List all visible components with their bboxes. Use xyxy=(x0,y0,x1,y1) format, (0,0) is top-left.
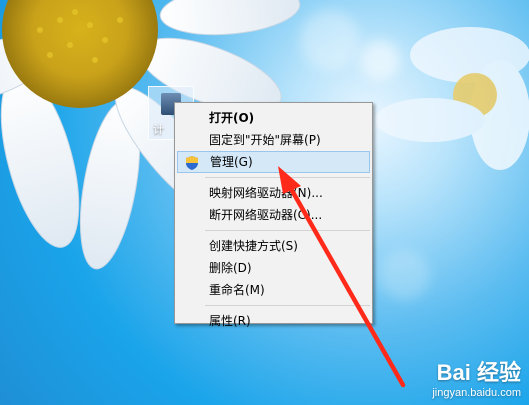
bokeh-light xyxy=(360,40,400,80)
menu-item-pin-to-start[interactable]: 固定到"开始"屏幕(P) xyxy=(177,129,370,151)
desktop-background: 计 打开(O) 固定到"开始"屏幕(P) 管理(G) 映射网络驱动器(N)...… xyxy=(0,0,529,405)
watermark-brand: Bai 经验 xyxy=(436,360,521,385)
menu-separator xyxy=(205,230,370,231)
menu-item-manage[interactable]: 管理(G) xyxy=(177,151,370,173)
bokeh-light xyxy=(300,10,360,70)
menu-item-rename[interactable]: 重命名(M) xyxy=(177,279,370,301)
menu-item-disconnect-network-drive[interactable]: 断开网络驱动器(C)... xyxy=(177,204,370,226)
context-menu: 打开(O) 固定到"开始"屏幕(P) 管理(G) 映射网络驱动器(N)... 断… xyxy=(174,102,373,328)
menu-item-create-shortcut[interactable]: 创建快捷方式(S) xyxy=(177,235,370,257)
menu-separator xyxy=(205,177,370,178)
menu-item-open[interactable]: 打开(O) xyxy=(177,107,370,129)
menu-item-map-network-drive[interactable]: 映射网络驱动器(N)... xyxy=(177,182,370,204)
menu-item-delete[interactable]: 删除(D) xyxy=(177,257,370,279)
watermark-url: jingyan.baidu.com xyxy=(432,387,521,399)
uac-shield-icon xyxy=(186,156,198,170)
desktop-icon-label: 计 xyxy=(153,123,164,136)
menu-item-manage-label: 管理(G) xyxy=(210,155,253,169)
menu-separator xyxy=(205,305,370,306)
baidu-jingyan-watermark: Bai 经验 jingyan.baidu.com xyxy=(432,355,521,399)
bokeh-light xyxy=(380,250,430,300)
menu-item-properties[interactable]: 属性(R) xyxy=(177,310,370,332)
